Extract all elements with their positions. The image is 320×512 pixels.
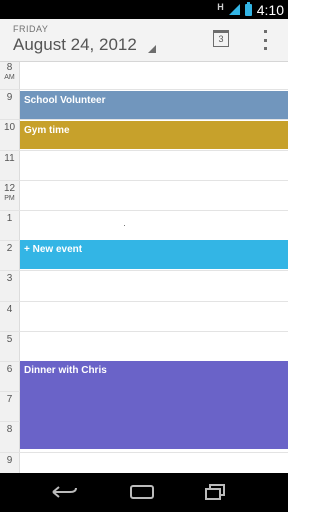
today-calendar-icon[interactable]: 3 xyxy=(213,30,229,47)
day-grid[interactable]: 8 AM 9 10 11 12 PM 1 2 3 4 5 6 7 8 9 School Volunteer Gym… xyxy=(0,62,288,473)
new-event-button[interactable]: + New event xyxy=(20,240,288,269)
hour-ampm-label: AM xyxy=(4,74,15,81)
hour-ampm-label: PM xyxy=(4,195,15,202)
today-icon-day: 3 xyxy=(218,34,224,44)
home-icon[interactable] xyxy=(130,485,154,499)
hour-line xyxy=(0,331,288,332)
hour-line xyxy=(0,180,288,181)
action-bar: FRIDAY August 24, 2012 3 xyxy=(0,19,288,62)
hour-line xyxy=(0,119,288,120)
date-selector[interactable]: August 24, 2012 xyxy=(13,35,137,55)
hour-label: 10 xyxy=(3,122,16,133)
hour-label: 7 xyxy=(6,394,13,405)
back-icon[interactable] xyxy=(50,485,78,499)
status-icons: H 4:10 xyxy=(217,0,284,19)
hour-line xyxy=(0,89,288,90)
signal-icon xyxy=(228,4,240,15)
hour-label: 11 xyxy=(4,153,15,164)
recents-icon[interactable] xyxy=(205,484,227,500)
day-of-week: FRIDAY xyxy=(13,24,49,34)
hour-line xyxy=(0,270,288,271)
hour-label: 6 xyxy=(6,364,13,375)
hour-label: 9 xyxy=(6,92,13,103)
network-type-label: H xyxy=(217,1,224,12)
overflow-menu-icon[interactable] xyxy=(261,30,269,50)
hour-label: 2 xyxy=(6,243,13,254)
hour-line xyxy=(0,150,288,151)
dropdown-indicator-icon[interactable] xyxy=(148,45,156,53)
status-bar: H 4:10 xyxy=(0,0,288,19)
hour-label: 8 xyxy=(6,424,13,435)
hour-label: 4 xyxy=(6,304,13,315)
grid-dot xyxy=(124,225,125,226)
event-school-volunteer[interactable]: School Volunteer xyxy=(20,91,288,119)
hour-line xyxy=(0,210,288,211)
navigation-bar xyxy=(0,473,288,512)
hour-label: 1 xyxy=(6,213,13,224)
hour-label: 12 xyxy=(3,183,16,194)
event-dinner-with-chris[interactable]: Dinner with Chris xyxy=(20,361,288,449)
battery-icon xyxy=(244,1,252,16)
hour-label: 5 xyxy=(6,334,13,345)
clock: 4:10 xyxy=(256,1,284,18)
event-gym-time[interactable]: Gym time xyxy=(20,121,288,149)
hour-label: 3 xyxy=(6,273,13,284)
hour-label: 8 xyxy=(6,62,13,73)
hour-line xyxy=(0,452,288,453)
hour-label: 9 xyxy=(6,455,13,466)
hour-line xyxy=(0,301,288,302)
